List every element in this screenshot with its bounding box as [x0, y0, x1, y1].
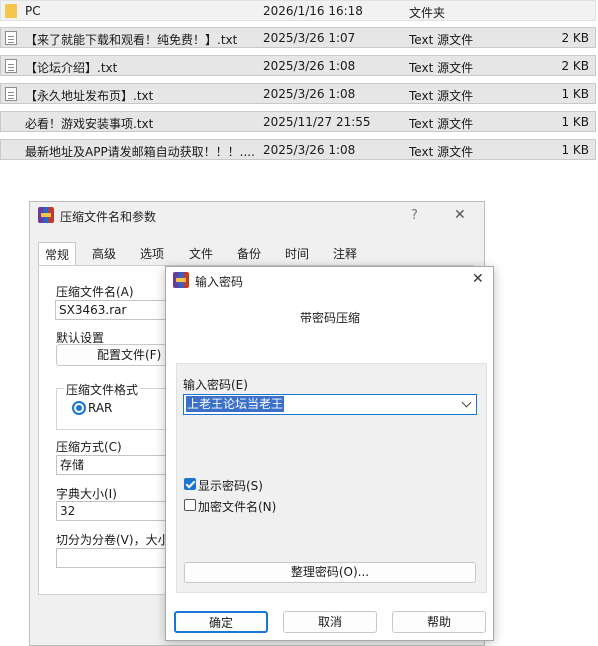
- rar-radio-label: RAR: [88, 401, 113, 415]
- profiles-button[interactable]: 配置文件(F): [56, 344, 168, 366]
- file-row[interactable]: 必看！游戏安装事项.txt 2025/11/27 21:55 Text 源文件 …: [0, 111, 596, 132]
- help-icon[interactable]: ?: [411, 208, 418, 223]
- password-heading: 带密码压缩: [300, 311, 361, 325]
- file-date: 2026/1/16 16:18: [263, 4, 363, 18]
- rar-radio[interactable]: [72, 401, 86, 415]
- file-size: 2 KB: [561, 31, 589, 45]
- folder-icon: [5, 4, 17, 18]
- encrypt-names-label[interactable]: 加密文件名(N): [198, 498, 276, 515]
- archive-name-label: 压缩文件名(A): [56, 285, 134, 299]
- split-label: 切分为分卷(V)，大小: [56, 533, 166, 547]
- dict-select[interactable]: 32: [56, 501, 168, 521]
- file-type: 文件夹: [409, 6, 446, 20]
- method-select[interactable]: 存储: [56, 455, 168, 475]
- file-name: 【来了就能下载和观看！纯免费！】.txt: [25, 33, 238, 47]
- encrypt-names-checkbox[interactable]: [184, 499, 196, 511]
- tab-backup[interactable]: 备份: [231, 242, 267, 266]
- file-date: 2025/3/26 1:08: [263, 87, 356, 101]
- organize-passwords-button[interactable]: 整理密码(O)...: [184, 562, 476, 583]
- tab-files[interactable]: 文件: [183, 242, 219, 266]
- cancel-button[interactable]: 取消: [283, 611, 377, 633]
- tab-options[interactable]: 选项: [134, 242, 170, 266]
- dict-label: 字典大小(I): [56, 487, 117, 501]
- file-name: 必看！游戏安装事项.txt: [25, 117, 154, 131]
- file-name: 最新地址及APP请发邮箱自动获取！！！....: [25, 145, 255, 159]
- text-file-icon: [5, 59, 17, 73]
- file-date: 2025/3/26 1:07: [263, 31, 356, 45]
- file-type: Text 源文件: [409, 117, 474, 131]
- file-type: Text 源文件: [409, 145, 474, 159]
- file-row[interactable]: 【来了就能下载和观看！纯免费！】.txt 2025/3/26 1:07 Text…: [0, 27, 596, 48]
- file-row[interactable]: 【论坛介绍】.txt 2025/3/26 1:08 Text 源文件 2 KB: [0, 55, 596, 76]
- winrar-logo-icon: [38, 207, 54, 223]
- password-combobox[interactable]: 上老王论坛当老王: [183, 394, 477, 415]
- tab-comment[interactable]: 注释: [327, 242, 363, 266]
- close-icon[interactable]: ✕: [454, 207, 466, 223]
- archive-name-input[interactable]: SX3463.rar: [55, 300, 167, 320]
- file-name: PC: [25, 4, 41, 18]
- tab-general[interactable]: 常规: [38, 242, 77, 267]
- password-dialog-title: 输入密码: [195, 275, 244, 289]
- show-password-label[interactable]: 显示密码(S): [198, 477, 263, 494]
- winrar-logo-icon: [173, 272, 189, 288]
- help-button[interactable]: 帮助: [392, 611, 486, 633]
- enter-password-label: 输入密码(E): [183, 378, 248, 392]
- archive-dialog-title: 压缩文件名和参数: [60, 210, 157, 224]
- tab-advanced[interactable]: 高级: [86, 242, 122, 266]
- file-type: Text 源文件: [409, 89, 474, 103]
- split-input[interactable]: [56, 548, 168, 568]
- file-name: 【永久地址发布页】.txt: [25, 89, 154, 103]
- chevron-down-icon[interactable]: [461, 397, 472, 408]
- method-label: 压缩方式(C): [56, 440, 122, 454]
- file-name: 【论坛介绍】.txt: [25, 61, 118, 75]
- close-icon[interactable]: ✕: [472, 271, 484, 287]
- file-row[interactable]: 最新地址及APP请发邮箱自动获取！！！.... 2025/3/26 1:08 T…: [0, 139, 596, 160]
- file-size: 1 KB: [561, 143, 589, 157]
- text-file-icon: [5, 87, 17, 101]
- file-type: Text 源文件: [409, 61, 474, 75]
- file-date: 2025/3/26 1:08: [263, 143, 356, 157]
- ok-button[interactable]: 确定: [174, 611, 268, 633]
- tab-time[interactable]: 时间: [279, 242, 315, 266]
- file-date: 2025/3/26 1:08: [263, 59, 356, 73]
- file-row[interactable]: 【永久地址发布页】.txt 2025/3/26 1:08 Text 源文件 1 …: [0, 83, 596, 104]
- password-input[interactable]: 上老王论坛当老王: [186, 396, 285, 412]
- file-row-pc[interactable]: PC 2026/1/16 16:18 文件夹: [0, 0, 596, 21]
- text-file-icon: [5, 31, 17, 45]
- format-group-label: 压缩文件格式: [64, 381, 141, 398]
- file-type: Text 源文件: [409, 33, 474, 47]
- file-date: 2025/11/27 21:55: [263, 115, 371, 129]
- file-size: 1 KB: [561, 87, 589, 101]
- file-size: 2 KB: [561, 59, 589, 73]
- file-size: 1 KB: [561, 115, 589, 129]
- radio-dot-icon: [76, 405, 82, 411]
- show-password-checkbox[interactable]: [184, 478, 196, 490]
